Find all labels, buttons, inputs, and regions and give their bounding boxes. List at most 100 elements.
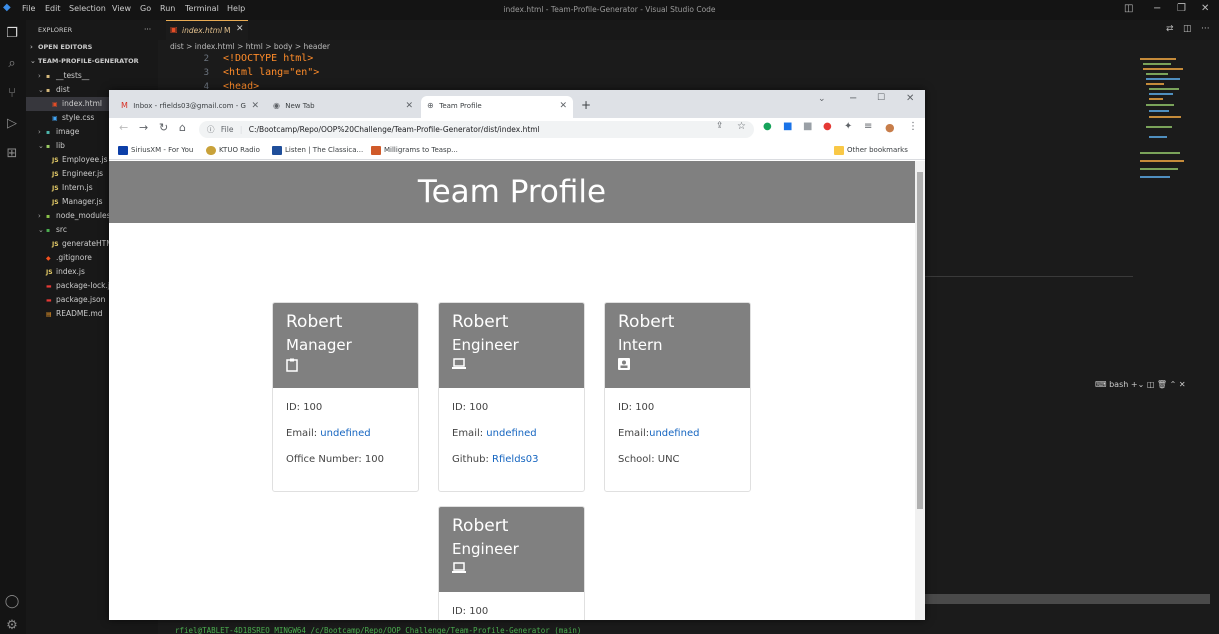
reload-icon[interactable]: ↻ [159,121,168,134]
extensions-icon[interactable]: ⊞ [4,146,20,162]
employee-name: Robert [452,516,509,536]
terminal-toolbar: ⌨ bash +⌄ ◫ 🗑 ⌃ ✕ [1095,380,1186,389]
layout-icon[interactable]: ◫ [1124,3,1133,14]
email-link[interactable]: undefined [486,428,536,439]
close-tab-icon[interactable]: ✕ [251,96,259,116]
css-file-icon: ▣ [52,115,58,122]
kebab-menu-icon[interactable]: ⋮ [908,121,918,132]
js-file-icon: JS [52,185,59,192]
folder-open-icon: ▪ [46,227,51,234]
card-body: ID: 100 [439,592,584,620]
terminal-scrollbar[interactable] [925,594,1210,604]
tab-label: Team Profile [439,102,482,110]
js-file-icon: JS [46,269,53,276]
project-section[interactable]: ⌄ TEAM-PROFILE-GENERATOR [26,54,158,68]
explorer-title: EXPLORER [38,26,73,34]
email-link[interactable]: undefined [320,428,370,439]
laptop-icon [452,358,571,373]
forward-icon[interactable]: → [139,121,148,134]
bookmark-folder-other[interactable]: Other bookmarks [834,143,908,157]
radio-icon [206,145,216,155]
minimap[interactable] [1138,56,1188,186]
split-editor-icon[interactable]: ◫ [1183,24,1192,34]
extensions-puzzle-icon[interactable]: ✦ [844,121,852,132]
code-line: 3 <html lang="en"> [203,67,320,78]
bookmark-siriusxm[interactable]: SiriusXM - For You [118,143,193,157]
email-link[interactable]: undefined [649,428,699,439]
home-icon[interactable]: ⌂ [179,121,186,134]
page-scrollbar-thumb[interactable] [917,172,923,509]
add-terminal-icon[interactable]: +⌄ [1131,380,1144,389]
html-file-icon: ▣ [170,25,178,34]
share-icon[interactable]: ⇪ [716,121,724,131]
breadcrumb[interactable]: dist > index.html > html > body > header [170,42,330,51]
close-panel-icon[interactable]: ✕ [1179,380,1186,389]
browser-minimize-icon[interactable]: − [849,93,857,104]
account-icon[interactable]: ◯ [4,594,20,610]
profile-avatar[interactable]: ● [885,121,895,134]
address-bar[interactable]: ⓘ File | C:/Bootcamp/Repo/OOP%20Challeng… [199,121,754,138]
tree-folder-tests[interactable]: › ▪ __tests__ [26,69,158,83]
compare-icon[interactable]: ⇄ [1166,24,1174,34]
globe-icon: ⊕ [427,101,434,110]
extension-blue-icon[interactable]: ■ [783,121,792,132]
editor-tab-index-html[interactable]: ▣ index.html M ✕ [166,20,248,40]
browser-tab-gmail[interactable]: M Inbox - rfields03@gmail.com - G ✕ [115,96,265,118]
bookmark-milligrams[interactable]: Milligrams to Teasp... [371,143,458,157]
card-header: Robert Engineer [439,507,584,592]
clipboard-icon [286,358,405,375]
search-icon[interactable]: ⌕ [4,56,20,72]
code-line: 2 <!DOCTYPE html> [203,53,314,64]
markdown-file-icon: ▤ [46,311,52,318]
bookmark-classical[interactable]: Listen | The Classica... [272,143,363,157]
employee-id: ID: 100 [452,606,489,617]
close-tab-icon[interactable]: ✕ [559,96,567,116]
close-tab-icon[interactable]: ✕ [236,24,244,34]
office-number: Office Number: 100 [286,454,384,465]
grammarly-icon[interactable]: ● [763,121,772,132]
tab-label: Inbox - rfields03@gmail.com - G [133,102,246,110]
explorer-more-icon[interactable]: ··· [144,23,158,37]
back-icon[interactable]: ← [119,121,128,134]
employee-role: Engineer [452,336,519,354]
siriusxm-icon [118,145,128,155]
browser-close-icon[interactable]: ✕ [906,93,914,104]
chevron-up-icon[interactable]: ⌃ [1170,380,1177,389]
bookmark-star-icon[interactable]: ☆ [737,121,746,132]
minimize-icon[interactable]: − [1153,3,1161,14]
browser-tab-team-profile[interactable]: ⊕ Team Profile ✕ [421,96,573,118]
restore-icon[interactable]: ❐ [1177,3,1186,14]
extension-gray-icon[interactable]: ■ [803,121,812,132]
open-editors-section[interactable]: › OPEN EDITORS [26,40,158,54]
git-file-icon: ◆ [46,255,51,262]
browser-tab-new[interactable]: ◉ New Tab ✕ [267,96,419,118]
bookmark-ktuo[interactable]: KTUO Radio [206,143,260,157]
explorer-icon[interactable]: ❐ [4,26,20,42]
source-control-icon[interactable]: ⑂ [4,86,20,102]
browser-maximize-icon[interactable]: ☐ [877,93,885,103]
github-link[interactable]: Rfields03 [492,454,538,465]
new-tab-button[interactable]: + [581,98,591,112]
close-tab-icon[interactable]: ✕ [405,96,413,116]
run-debug-icon[interactable]: ▷ [4,116,20,132]
window-title: index.html - Team-Profile-Generator - Vi… [503,5,716,14]
extension-red-icon[interactable]: ● [823,121,832,132]
more-actions-icon[interactable]: ··· [1201,24,1210,34]
editor-tab-label: index.html [182,26,223,35]
trash-icon[interactable]: 🗑 [1157,380,1167,389]
employee-name: Robert [618,312,675,332]
folder-open-icon: ▪ [46,143,51,150]
employee-email-row: Email:undefined [618,428,700,439]
browser-window: M Inbox - rfields03@gmail.com - G ✕ ◉ Ne… [109,90,925,620]
terminal-label[interactable]: bash [1109,380,1128,389]
reading-list-icon[interactable]: ≡ [864,121,872,132]
folder-open-icon: ▪ [46,87,51,94]
settings-gear-icon[interactable]: ⚙ [4,618,20,634]
tab-search-icon[interactable]: ⌄ [818,94,826,104]
page-title: Team Profile [109,161,915,223]
employee-email-row: Email: undefined [452,428,537,439]
close-window-icon[interactable]: ✕ [1201,3,1209,14]
split-terminal-icon[interactable]: ◫ [1147,380,1155,389]
chevron-right-icon: › [30,43,33,51]
employee-email-row: Email: undefined [286,428,371,439]
